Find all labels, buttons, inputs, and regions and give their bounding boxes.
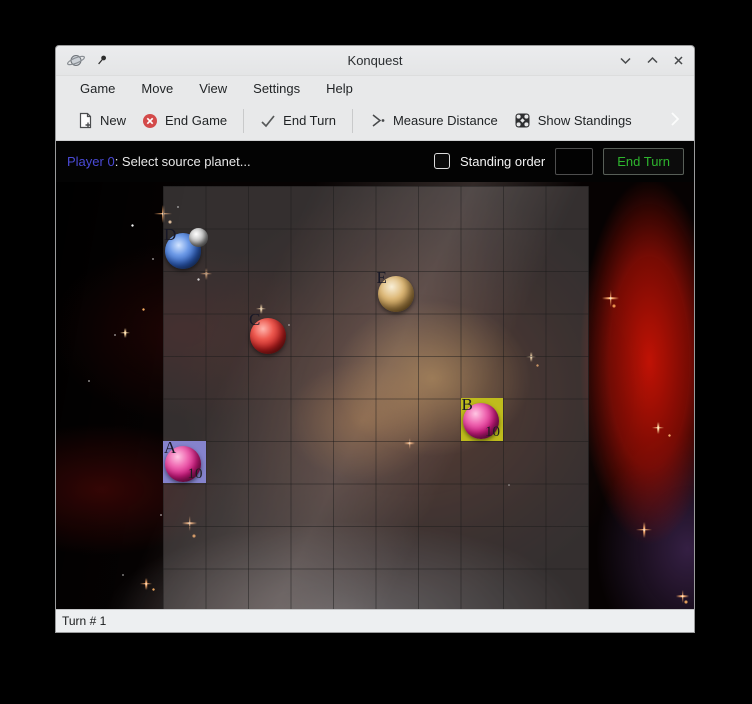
konquest-window: Konquest Game Move View Settings Help — [55, 45, 695, 633]
toolbar-separator — [243, 109, 244, 133]
turn-counter: Turn # 1 — [62, 614, 106, 628]
status-message: : Select source planet... — [115, 154, 251, 169]
galaxy-grid[interactable]: A 10 B 10 C D E — [163, 186, 589, 610]
menubar: Game Move View Settings Help — [56, 76, 694, 102]
standing-order-label: Standing order — [460, 154, 545, 169]
planet-letter: D — [164, 226, 176, 243]
menu-move[interactable]: Move — [132, 78, 182, 99]
end-game-button[interactable]: End Game — [134, 107, 235, 135]
konquest-app-icon[interactable] — [66, 52, 86, 69]
minimize-button[interactable] — [619, 56, 632, 65]
toolbar-label: Measure Distance — [393, 113, 498, 128]
planet-cell-B[interactable]: B 10 — [461, 398, 504, 441]
end-turn-toolbar-button[interactable]: End Turn — [252, 107, 344, 134]
end-game-icon — [142, 113, 158, 129]
toolbar: New End Game End Turn — [56, 102, 694, 141]
checkmark-icon — [260, 114, 276, 128]
player-label: Player 0 — [67, 154, 115, 169]
planet-cell-E[interactable]: E — [376, 271, 419, 314]
statusbar: Turn # 1 — [56, 609, 694, 632]
planet-cell-D[interactable]: D — [163, 228, 206, 271]
maximize-button[interactable] — [646, 56, 659, 65]
pin-icon[interactable] — [95, 54, 108, 67]
planet-letter: A — [164, 439, 176, 456]
show-standings-button[interactable]: Show Standings — [506, 106, 640, 135]
measure-distance-icon — [369, 113, 386, 128]
end-turn-button[interactable]: End Turn — [603, 148, 684, 175]
toolbar-label: Show Standings — [538, 113, 632, 128]
toolbar-label: End Turn — [283, 113, 336, 128]
galaxy-map[interactable]: A 10 B 10 C D E — [56, 182, 694, 610]
menu-settings[interactable]: Settings — [244, 78, 309, 99]
planet-cell-C[interactable]: C — [248, 313, 291, 356]
new-document-icon — [78, 112, 93, 129]
moon — [189, 228, 208, 247]
menu-game[interactable]: Game — [71, 78, 124, 99]
standing-order-checkbox[interactable] — [434, 153, 450, 169]
ship-count: 10 — [485, 425, 500, 440]
new-game-button[interactable]: New — [70, 106, 134, 135]
toolbar-label: New — [100, 113, 126, 128]
menu-view[interactable]: View — [190, 78, 236, 99]
window-title: Konquest — [56, 53, 694, 68]
planet-cell-A[interactable]: A 10 — [163, 441, 206, 484]
game-status-row: Player 0: Select source planet... Standi… — [56, 141, 694, 182]
ship-count: 10 — [188, 467, 203, 482]
planet-letter: C — [249, 311, 260, 328]
toolbar-separator — [352, 109, 353, 133]
close-button[interactable] — [673, 55, 684, 66]
planet-letter: B — [462, 396, 473, 413]
titlebar: Konquest — [56, 46, 694, 76]
standings-board-icon — [514, 112, 531, 129]
toolbar-overflow-chevron[interactable] — [666, 109, 684, 132]
ships-count-input[interactable] — [555, 148, 593, 175]
measure-distance-button[interactable]: Measure Distance — [361, 107, 506, 134]
toolbar-label: End Game — [165, 113, 227, 128]
planet-letter: E — [377, 269, 387, 286]
menu-help[interactable]: Help — [317, 78, 362, 99]
